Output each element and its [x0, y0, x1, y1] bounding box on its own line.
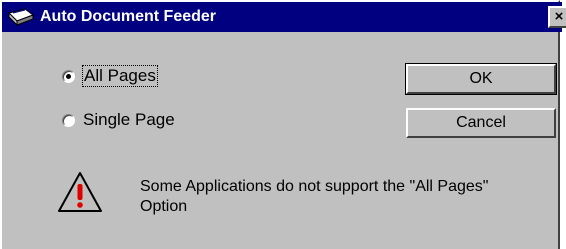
radio-selected-dot [66, 73, 71, 79]
warning-icon [58, 172, 102, 212]
radio-single-page-label: Single Page [83, 110, 175, 129]
close-button[interactable]: × [548, 6, 566, 28]
window-title: Auto Document Feeder [40, 8, 217, 25]
radio-single-page-indicator[interactable] [62, 113, 75, 127]
warning-message: Some Applications do not support the "Al… [140, 178, 489, 215]
radio-single-page[interactable]: Single Page [62, 110, 175, 130]
scanner-icon [6, 5, 36, 29]
title-bar[interactable]: Auto Document Feeder × [2, 2, 566, 32]
radio-all-pages-indicator[interactable] [62, 69, 75, 83]
radio-all-pages[interactable]: All Pages [62, 65, 158, 87]
auto-document-feeder-dialog: Auto Document Feeder × All Pages Single … [0, 0, 566, 249]
ok-button[interactable]: OK [405, 63, 557, 95]
cancel-button[interactable]: Cancel [406, 108, 556, 138]
radio-all-pages-label: All Pages [82, 65, 158, 87]
